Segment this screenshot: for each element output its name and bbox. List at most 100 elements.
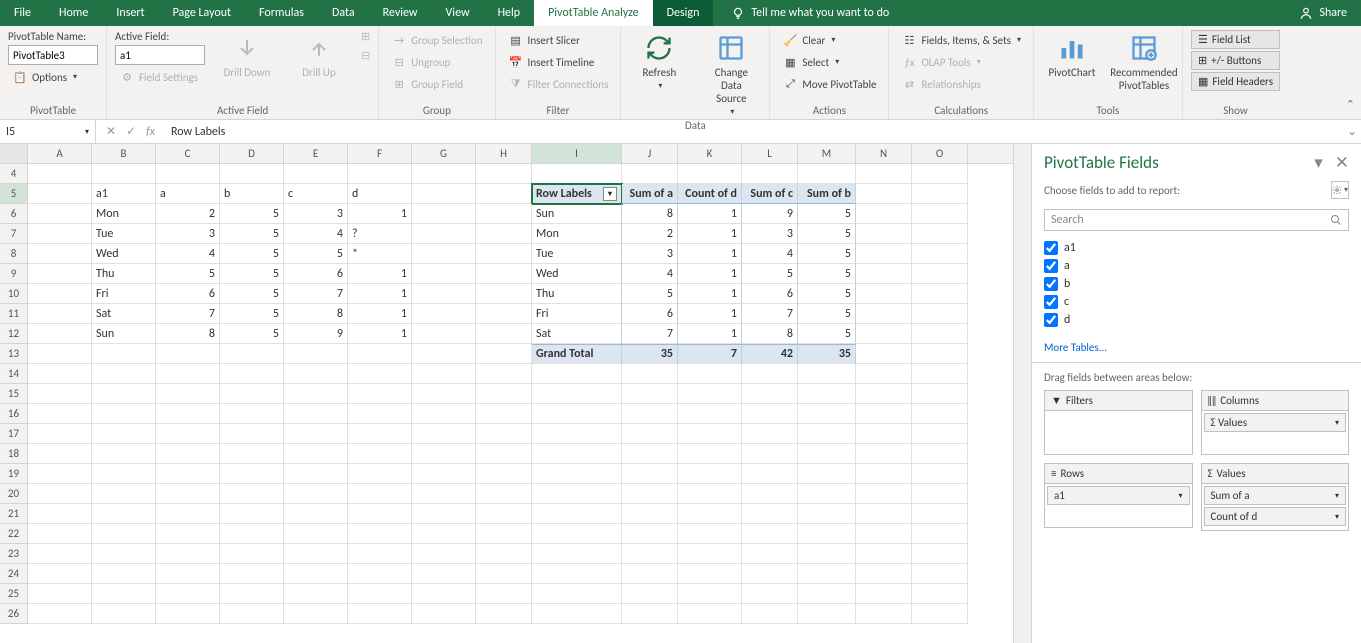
cell[interactable]: [532, 424, 622, 444]
cell[interactable]: [476, 464, 532, 484]
cell[interactable]: 5: [220, 264, 284, 284]
cell[interactable]: 6: [156, 284, 220, 304]
cell[interactable]: [912, 184, 968, 204]
share-button[interactable]: Share: [1285, 0, 1361, 26]
cell[interactable]: [856, 564, 912, 584]
cell[interactable]: 1: [348, 284, 412, 304]
cell[interactable]: [92, 384, 156, 404]
col-header-E[interactable]: E: [284, 144, 348, 163]
cell[interactable]: Thu: [532, 284, 622, 304]
cell[interactable]: [92, 504, 156, 524]
cell[interactable]: 3: [622, 244, 678, 264]
cell[interactable]: [622, 484, 678, 504]
cell[interactable]: [476, 444, 532, 464]
cell[interactable]: [476, 244, 532, 264]
col-header-C[interactable]: C: [156, 144, 220, 163]
row-header[interactable]: 4: [0, 164, 28, 184]
cell[interactable]: [476, 164, 532, 184]
cell[interactable]: [412, 324, 476, 344]
field-headers-toggle[interactable]: ▦Field Headers: [1191, 72, 1280, 91]
cell[interactable]: [284, 604, 348, 624]
cell[interactable]: [912, 444, 968, 464]
cell[interactable]: Tue: [92, 224, 156, 244]
field-checkbox[interactable]: [1044, 295, 1058, 309]
cell[interactable]: [912, 424, 968, 444]
tab-home[interactable]: Home: [45, 0, 102, 26]
field-checkbox[interactable]: [1044, 241, 1058, 255]
cell[interactable]: [284, 424, 348, 444]
cell[interactable]: [912, 244, 968, 264]
cancel-icon[interactable]: ✕: [106, 124, 116, 139]
cell[interactable]: [798, 484, 856, 504]
cell[interactable]: 4: [156, 244, 220, 264]
cell[interactable]: [742, 544, 798, 564]
row-header[interactable]: 22: [0, 524, 28, 544]
field-row-d[interactable]: d: [1044, 311, 1349, 329]
collapse-field-icon[interactable]: ⊟: [361, 49, 370, 62]
row-header[interactable]: 10: [0, 284, 28, 304]
cell[interactable]: [856, 384, 912, 404]
olap-tools-button[interactable]: ƒxOLAP Tools▾: [897, 52, 1024, 72]
cell[interactable]: [622, 444, 678, 464]
cell[interactable]: [622, 524, 678, 544]
cell[interactable]: [28, 224, 92, 244]
cell[interactable]: [532, 524, 622, 544]
cell[interactable]: [220, 604, 284, 624]
cell[interactable]: Sum of c: [742, 184, 798, 204]
cell[interactable]: 5: [798, 284, 856, 304]
cell[interactable]: [348, 384, 412, 404]
cell[interactable]: 8: [284, 304, 348, 324]
cell[interactable]: [742, 464, 798, 484]
cell[interactable]: [912, 304, 968, 324]
cell[interactable]: [912, 384, 968, 404]
cell[interactable]: [156, 584, 220, 604]
cell[interactable]: 5: [220, 204, 284, 224]
field-checkbox[interactable]: [1044, 259, 1058, 273]
cell[interactable]: [28, 184, 92, 204]
active-field-input[interactable]: [115, 45, 205, 65]
cell[interactable]: [220, 544, 284, 564]
cell[interactable]: 2: [156, 204, 220, 224]
cell[interactable]: [856, 364, 912, 384]
cell[interactable]: [476, 204, 532, 224]
pm-buttons-toggle[interactable]: ⊞+/- Buttons: [1191, 51, 1280, 70]
cell[interactable]: [284, 504, 348, 524]
cell[interactable]: [28, 604, 92, 624]
col-header-N[interactable]: N: [856, 144, 912, 163]
cell[interactable]: [912, 164, 968, 184]
cell[interactable]: 4: [742, 244, 798, 264]
cell[interactable]: [220, 444, 284, 464]
cell[interactable]: Sun: [532, 204, 622, 224]
cell[interactable]: 3: [284, 204, 348, 224]
cell[interactable]: [798, 504, 856, 524]
rows-area[interactable]: ≡Rows a1▾: [1044, 463, 1193, 531]
cell[interactable]: 5: [798, 264, 856, 284]
tab-review[interactable]: Review: [369, 0, 432, 26]
worksheet[interactable]: ABCDEFGHIJKLMNO 45a1abcdRow Labels▾Sum o…: [0, 144, 1013, 643]
cell[interactable]: [220, 364, 284, 384]
vertical-scrollbar[interactable]: [1013, 144, 1031, 643]
cell[interactable]: [348, 564, 412, 584]
cell[interactable]: [476, 564, 532, 584]
cell[interactable]: [28, 324, 92, 344]
options-button[interactable]: 📋Options▾: [8, 67, 98, 87]
select-all-corner[interactable]: [0, 144, 28, 163]
cell[interactable]: 5: [742, 264, 798, 284]
cell[interactable]: [348, 464, 412, 484]
cell[interactable]: [798, 164, 856, 184]
cell[interactable]: Mon: [92, 204, 156, 224]
cell[interactable]: [678, 164, 742, 184]
pane-dropdown-icon[interactable]: ▾: [1314, 152, 1323, 173]
row-header[interactable]: 18: [0, 444, 28, 464]
cell[interactable]: Fri: [532, 304, 622, 324]
cell[interactable]: 6: [284, 264, 348, 284]
cell[interactable]: 1: [348, 304, 412, 324]
field-checkbox[interactable]: [1044, 277, 1058, 291]
cell[interactable]: [798, 584, 856, 604]
cell[interactable]: [678, 384, 742, 404]
cell[interactable]: [856, 544, 912, 564]
cell[interactable]: [856, 604, 912, 624]
cell[interactable]: [220, 564, 284, 584]
values-area[interactable]: ΣValues Sum of a▾ Count of d▾: [1201, 463, 1350, 531]
cell[interactable]: [742, 404, 798, 424]
